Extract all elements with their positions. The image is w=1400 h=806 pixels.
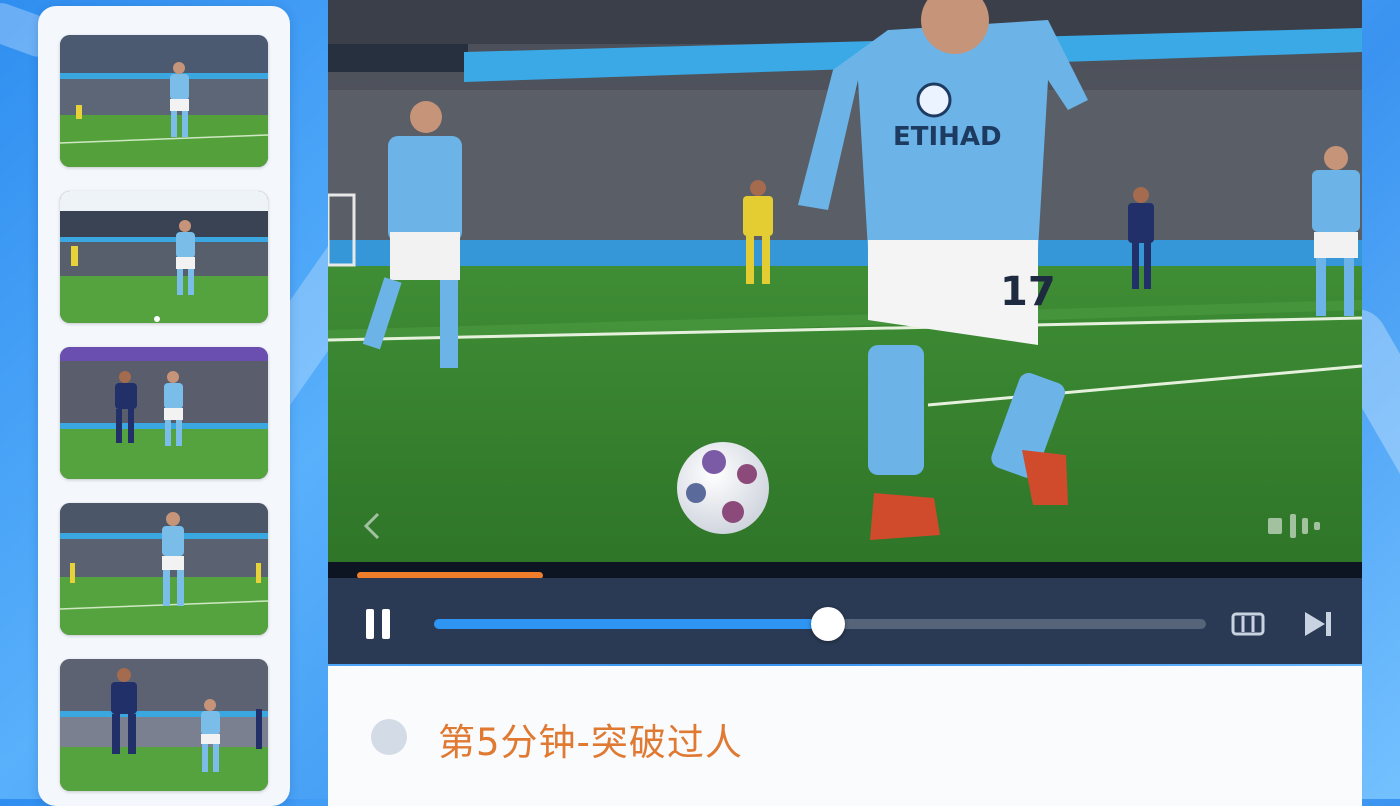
captions-icon[interactable] bbox=[1230, 606, 1266, 642]
playlist-thumbnail[interactable] bbox=[60, 35, 268, 167]
status-dot-icon bbox=[371, 719, 407, 755]
thumbnail-image bbox=[60, 347, 268, 479]
progress-fill bbox=[434, 619, 828, 629]
volume-icon[interactable] bbox=[1262, 508, 1328, 544]
thumbnail-image bbox=[60, 659, 268, 791]
thumbnail-image bbox=[60, 503, 268, 635]
thumbnail-image bbox=[60, 191, 268, 323]
clip-caption: 第5分钟-突破过人 bbox=[328, 666, 1362, 806]
scene-kit-text: ETIHAD bbox=[893, 122, 1002, 152]
progress-handle[interactable] bbox=[810, 607, 845, 641]
playlist-thumbnail[interactable] bbox=[60, 347, 268, 479]
playlist-thumbnail[interactable] bbox=[60, 503, 268, 635]
clip-title: 第5分钟-突破过人 bbox=[438, 721, 743, 764]
playlist-thumbnail[interactable] bbox=[60, 659, 268, 791]
shirt-number: 17 bbox=[1000, 269, 1056, 315]
skip-next-icon[interactable] bbox=[1300, 606, 1336, 642]
pause-icon bbox=[366, 609, 374, 639]
thumbnail-image bbox=[60, 35, 268, 167]
progress-track[interactable] bbox=[434, 607, 1206, 641]
back-icon[interactable] bbox=[356, 508, 392, 544]
playlist-thumbnail[interactable] bbox=[60, 191, 268, 323]
playlist-sidebar bbox=[38, 6, 290, 806]
pause-button[interactable] bbox=[364, 607, 394, 641]
control-bar bbox=[328, 578, 1362, 664]
video-frame: ETIHAD 17 bbox=[328, 0, 1362, 578]
pause-icon bbox=[382, 609, 390, 639]
video-player[interactable]: ETIHAD 17 bbox=[328, 0, 1362, 664]
